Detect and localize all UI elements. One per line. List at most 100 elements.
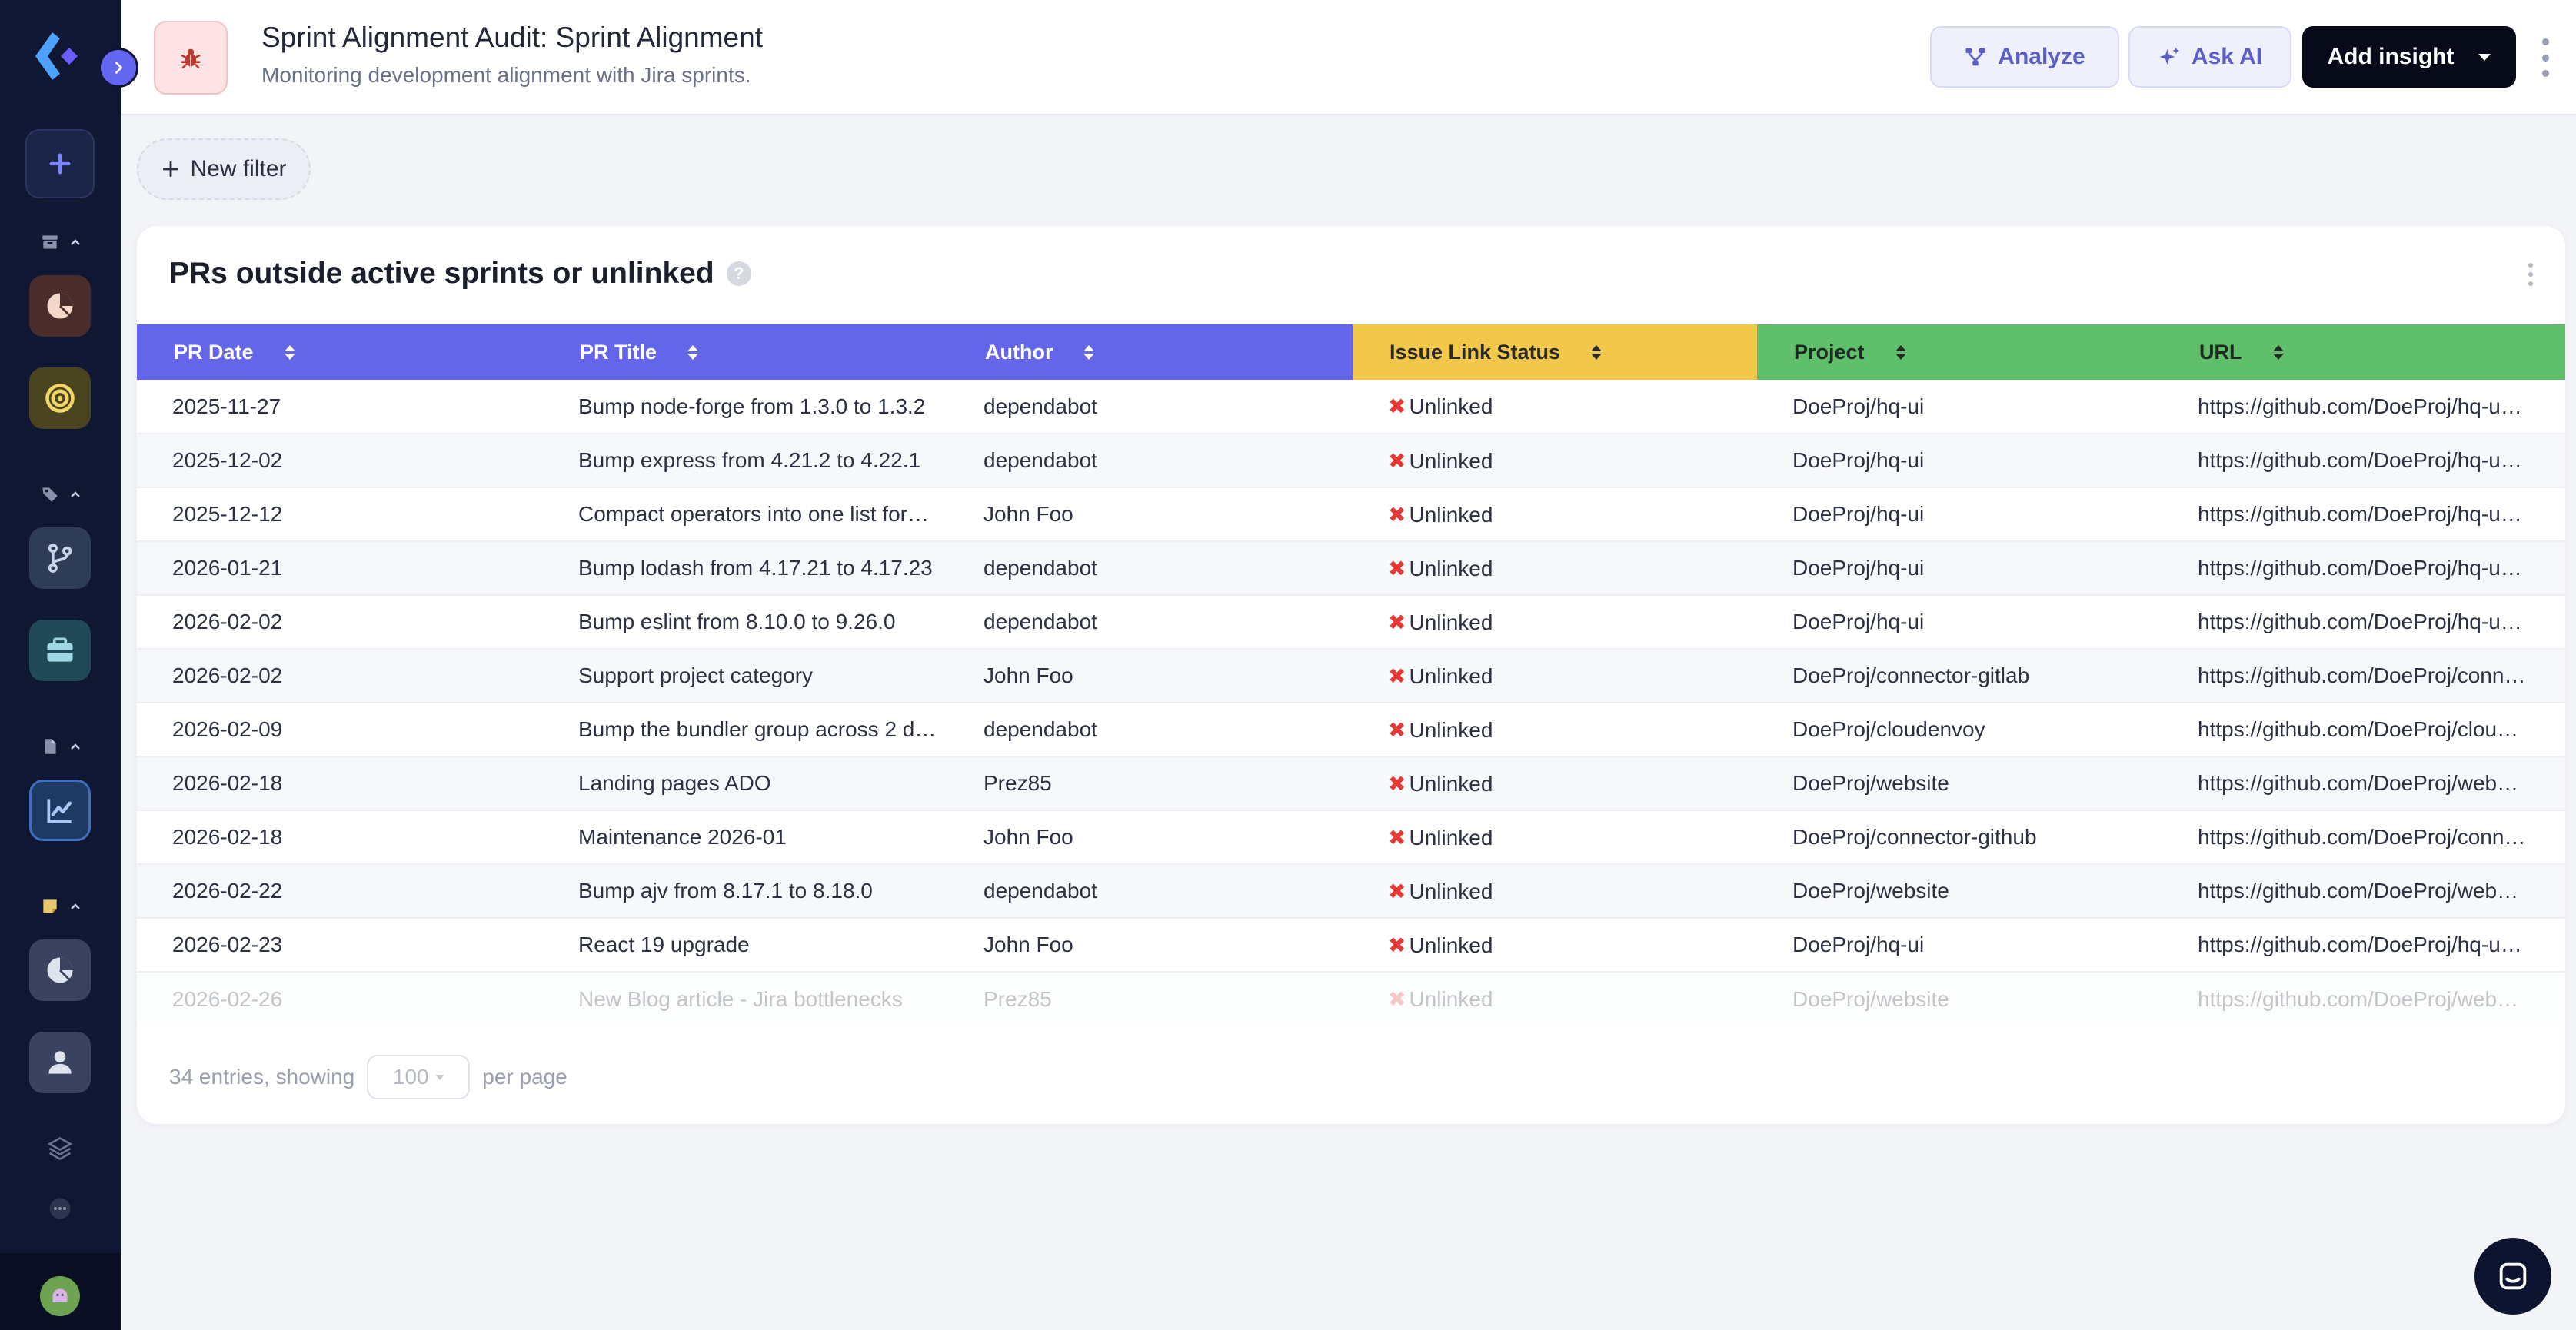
table-row[interactable]: 2026-02-26 New Blog article - Jira bottle…	[137, 972, 2565, 1026]
cell-pr-date: 2026-02-18	[137, 810, 543, 865]
ask-ai-button[interactable]: Ask AI	[2128, 26, 2291, 88]
cell-url[interactable]: https://github.com/DoeProj/hq-u…	[2162, 541, 2565, 596]
sidebar-item-git[interactable]	[29, 527, 91, 589]
table-row[interactable]: 2026-02-09 Bump the bundler group across …	[137, 703, 2565, 757]
cell-pr-date: 2025-12-02	[137, 434, 543, 488]
bug-icon	[181, 48, 201, 69]
cell-url[interactable]: https://github.com/DoeProj/conn…	[2162, 810, 2565, 865]
page-subtitle: Monitoring development alignment with Ji…	[261, 63, 751, 87]
cell-url[interactable]: https://github.com/DoeProj/web…	[2162, 756, 2565, 811]
cell-url[interactable]: https://github.com/DoeProj/conn…	[2162, 649, 2565, 703]
table-row[interactable]: 2026-02-22 Bump ajv from 8.17.1 to 8.18.0…	[137, 864, 2565, 919]
status-text: Unlinked	[1409, 556, 1493, 580]
table-row[interactable]: 2026-02-02 Support project category John F…	[137, 649, 2565, 703]
cell-author: dependabot	[948, 864, 1353, 919]
cell-author: dependabot	[948, 595, 1353, 650]
cell-author: John Foo	[948, 487, 1353, 542]
avatar-icon	[48, 1284, 72, 1308]
sidebar-group-reports[interactable]	[40, 735, 86, 758]
cross-icon: ✖	[1388, 825, 1406, 850]
analyze-button[interactable]: Analyze	[1930, 26, 2119, 88]
cell-issue-link-status: ✖ Unlinked	[1353, 541, 1757, 596]
column-header-pr-title[interactable]: PR Title	[543, 324, 948, 380]
archive-icon	[42, 235, 58, 249]
chevron-right-icon	[115, 62, 123, 74]
sidebar-item-target-dashboard[interactable]	[29, 367, 91, 429]
cell-url[interactable]: https://github.com/DoeProj/hq-u…	[2162, 918, 2565, 973]
line-chart-icon	[47, 799, 72, 823]
card-menu-button[interactable]	[2525, 263, 2536, 286]
table-row[interactable]: 2026-02-02 Bump eslint from 8.10.0 to 9.2…	[137, 595, 2565, 650]
cell-url[interactable]: https://github.com/DoeProj/hq-u…	[2162, 595, 2565, 650]
support-chat-button[interactable]	[2474, 1238, 2551, 1315]
sidebar-group-tags[interactable]	[40, 483, 86, 506]
cell-url[interactable]: https://github.com/DoeProj/web…	[2162, 864, 2565, 919]
pagination: 34 entries, showing 100 per page	[169, 1055, 567, 1099]
sidebar-group-notes[interactable]	[40, 895, 86, 918]
sidebar-item-user[interactable]	[29, 1032, 91, 1093]
sidebar-item-pie-report[interactable]	[29, 939, 91, 1001]
sidebar-item-line-chart[interactable]	[29, 780, 91, 841]
new-filter-button[interactable]: New filter	[137, 138, 311, 200]
report-icon-tile[interactable]	[154, 21, 228, 95]
cell-url[interactable]: https://github.com/DoeProj/hq-u…	[2162, 380, 2565, 434]
cross-icon: ✖	[1388, 556, 1406, 580]
table-row[interactable]: 2025-12-02 Bump express from 4.21.2 to 4.…	[137, 434, 2565, 488]
column-header-issue-link-status[interactable]: Issue Link Status	[1353, 324, 1757, 380]
logo-icon[interactable]	[31, 29, 92, 83]
cell-project: DoeProj/hq-ui	[1757, 918, 2162, 973]
comments-button[interactable]	[43, 1192, 77, 1225]
expand-sidebar-button[interactable]	[98, 48, 138, 88]
tag-icon	[42, 487, 58, 502]
table-row[interactable]: 2026-01-21 Bump lodash from 4.17.21 to 4.…	[137, 541, 2565, 596]
sidebar-item-pie-dashboard[interactable]	[29, 275, 91, 337]
help-icon[interactable]: ?	[726, 261, 751, 286]
table-row[interactable]: 2025-12-12 Compact operators into one lis…	[137, 487, 2565, 542]
chat-bubble-icon	[49, 1198, 71, 1219]
table-row[interactable]: 2026-02-18 Maintenance 2026-01 John Foo ✖ Un…	[137, 810, 2565, 865]
status-text: Unlinked	[1409, 502, 1493, 527]
column-header-url[interactable]: URL	[2162, 324, 2565, 380]
page-header: Sprint Alignment Audit: Sprint Alignment…	[121, 0, 2576, 115]
sort-icon[interactable]	[687, 344, 699, 360]
insight-card: PRs outside active sprints or unlinked ?…	[137, 226, 2565, 1124]
column-header-project[interactable]: Project	[1757, 324, 2162, 380]
sidebar-item-briefcase[interactable]	[29, 620, 91, 681]
status-text: Unlinked	[1409, 933, 1493, 957]
table-row[interactable]: 2026-02-23 React 19 upgrade John Foo ✖ Unlin…	[137, 918, 2565, 973]
column-label: PR Date	[174, 340, 254, 364]
column-header-author[interactable]: Author	[948, 324, 1353, 380]
git-branch-icon	[48, 544, 72, 573]
column-label: URL	[2199, 340, 2242, 364]
table-row[interactable]: 2026-02-18 Landing pages ADO Prez85 ✖ Unlink…	[137, 756, 2565, 811]
cell-issue-link-status: ✖ Unlinked	[1353, 595, 1757, 650]
sort-icon[interactable]	[1083, 344, 1095, 360]
cell-pr-title: React 19 upgrade	[543, 918, 948, 973]
header-menu-button[interactable]	[2536, 38, 2554, 77]
pie-chart-icon	[47, 293, 73, 319]
cell-pr-title: New Blog article - Jira bottlenecks	[543, 972, 948, 1026]
plus-icon	[163, 161, 179, 178]
create-button[interactable]	[25, 129, 95, 198]
cell-url[interactable]: https://github.com/DoeProj/clou…	[2162, 703, 2565, 757]
file-icon	[45, 739, 56, 754]
cell-url[interactable]: https://github.com/DoeProj/hq-u…	[2162, 434, 2565, 488]
avatar[interactable]	[40, 1276, 80, 1316]
sort-icon[interactable]	[2272, 344, 2284, 360]
add-insight-button[interactable]: Add insight	[2302, 26, 2516, 88]
column-header-pr-date[interactable]: PR Date	[137, 324, 543, 380]
status-text: Unlinked	[1409, 879, 1493, 903]
per-page-select[interactable]: 100	[367, 1055, 471, 1099]
table-row[interactable]: 2025-11-27 Bump node-forge from 1.3.0 to …	[137, 380, 2565, 434]
cell-pr-date: 2026-02-02	[137, 595, 543, 650]
cell-project: DoeProj/cloudenvoy	[1757, 703, 2162, 757]
cell-project: DoeProj/website	[1757, 972, 2162, 1026]
sort-icon[interactable]	[284, 344, 295, 360]
kebab-icon	[2528, 263, 2533, 268]
layers-button[interactable]	[43, 1132, 77, 1165]
sort-icon[interactable]	[1895, 344, 1906, 360]
sort-icon[interactable]	[1591, 344, 1603, 360]
cell-url[interactable]: https://github.com/DoeProj/hq-u…	[2162, 487, 2565, 542]
sidebar-group-dashboards[interactable]	[40, 231, 86, 254]
cell-url[interactable]: https://github.com/DoeProj/web…	[2162, 972, 2565, 1026]
